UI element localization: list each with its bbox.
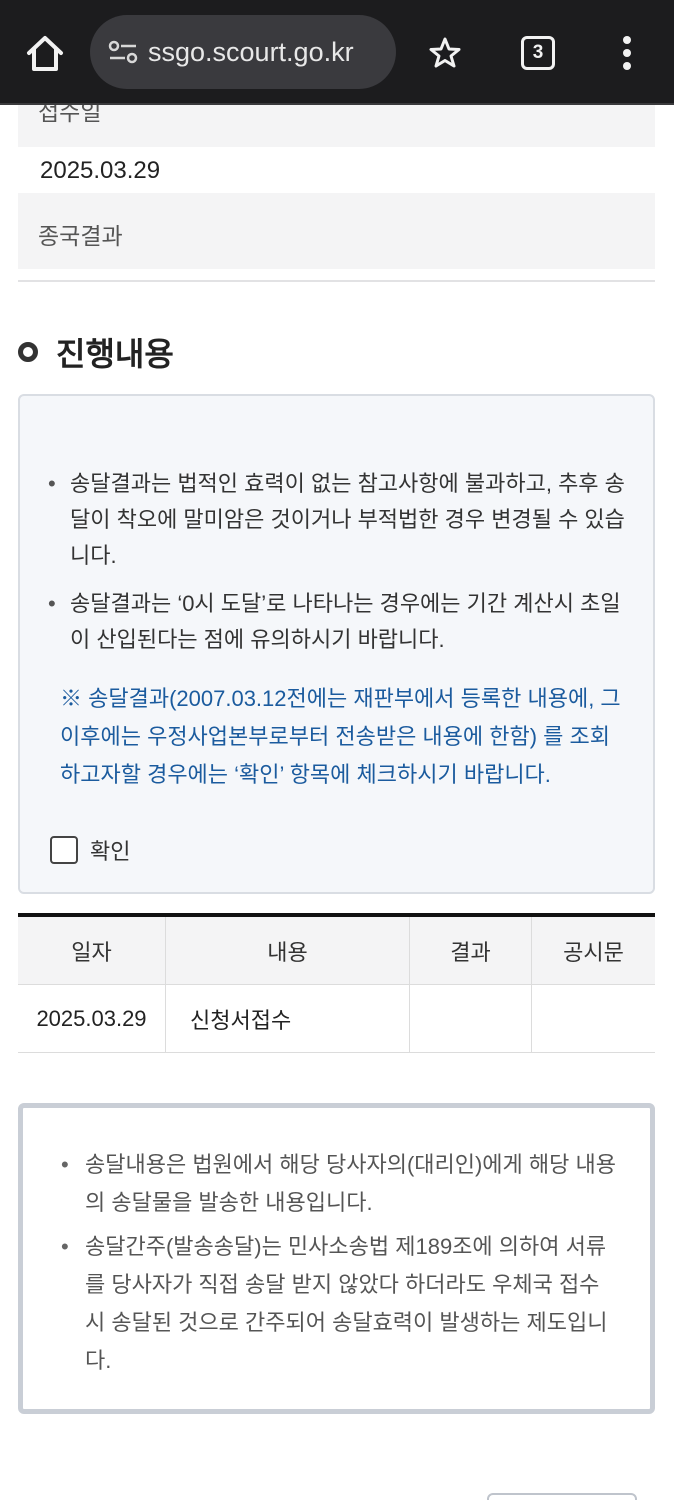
receipt-date-label: 접수일 [38,105,102,125]
notice-item-text: 송달결과는 법적인 효력이 없는 참고사항에 불과하고, 추후 송달이 착오에 … [70,471,625,568]
header-result: 결과 [410,917,532,984]
confirm-checkbox[interactable] [50,836,78,864]
confirm-checkbox-group[interactable]: 확인 [50,834,130,866]
address-bar[interactable]: ssgo.scourt.go.kr [90,15,396,89]
progress-table: 일자 내용 결과 공시문 2025.03.29 신청서접수 [18,913,655,1053]
cell-content: 신청서접수 [166,985,410,1052]
url-text: ssgo.scourt.go.kr [148,36,354,67]
section-title: 진행내용 [56,335,174,373]
info-row-receipt-date: 접수일 [18,105,655,147]
final-result-label: 종국결과 [38,223,123,249]
table-row: 2025.03.29 신청서접수 [18,985,655,1053]
site-settings-icon[interactable] [108,40,138,64]
header-content: 내용 [166,917,410,984]
section-divider [18,280,655,282]
delivery-info-box: • 송달내용은 법원에서 해당 당사자의(대리인)에게 해당 내용의 송달물을 … [18,1103,655,1414]
circle-bullet-icon [18,342,38,362]
section-header: 진행내용 [18,328,174,376]
notice-box: • 송달결과는 법적인 효력이 없는 참고사항에 불과하고, 추후 송달이 착오… [18,394,655,894]
table-header: 일자 내용 결과 공시문 [18,917,655,985]
header-date: 일자 [18,917,166,984]
browser-toolbar: ssgo.scourt.go.kr 3 [0,0,674,105]
confirm-label: 확인 [90,840,131,865]
bottom-button[interactable] [487,1493,637,1500]
receipt-date-value: 2025.03.29 [40,157,161,184]
delivery-result-note: ※ 송달결과(2007.03.12전에는 재판부에서 등록한 내용에, 그 이후… [60,686,621,787]
star-icon[interactable] [422,30,468,76]
notice-item-text: 송달결과는 ‘0시 도달’로 나타나는 경우에는 기간 계산시 초일이 산입된다… [70,591,621,652]
info-item-text: 송달간주(발송송달)는 민사소송법 제189조에 의하여 서류를 당사자가 직접… [85,1234,608,1373]
info-item-text: 송달내용은 법원에서 해당 당사자의(대리인)에게 해당 내용의 송달물을 발송… [85,1152,616,1215]
more-menu-icon[interactable] [612,32,642,74]
cell-result [410,985,532,1052]
info-row-date-value: 2025.03.29 [18,147,655,193]
cell-date: 2025.03.29 [18,985,166,1052]
home-icon[interactable] [22,30,68,76]
cell-public-notice [532,985,655,1052]
tab-switcher-icon[interactable]: 3 [521,36,555,70]
info-row-final-result: 종국결과 [18,193,655,269]
header-public-notice: 공시문 [563,939,624,965]
